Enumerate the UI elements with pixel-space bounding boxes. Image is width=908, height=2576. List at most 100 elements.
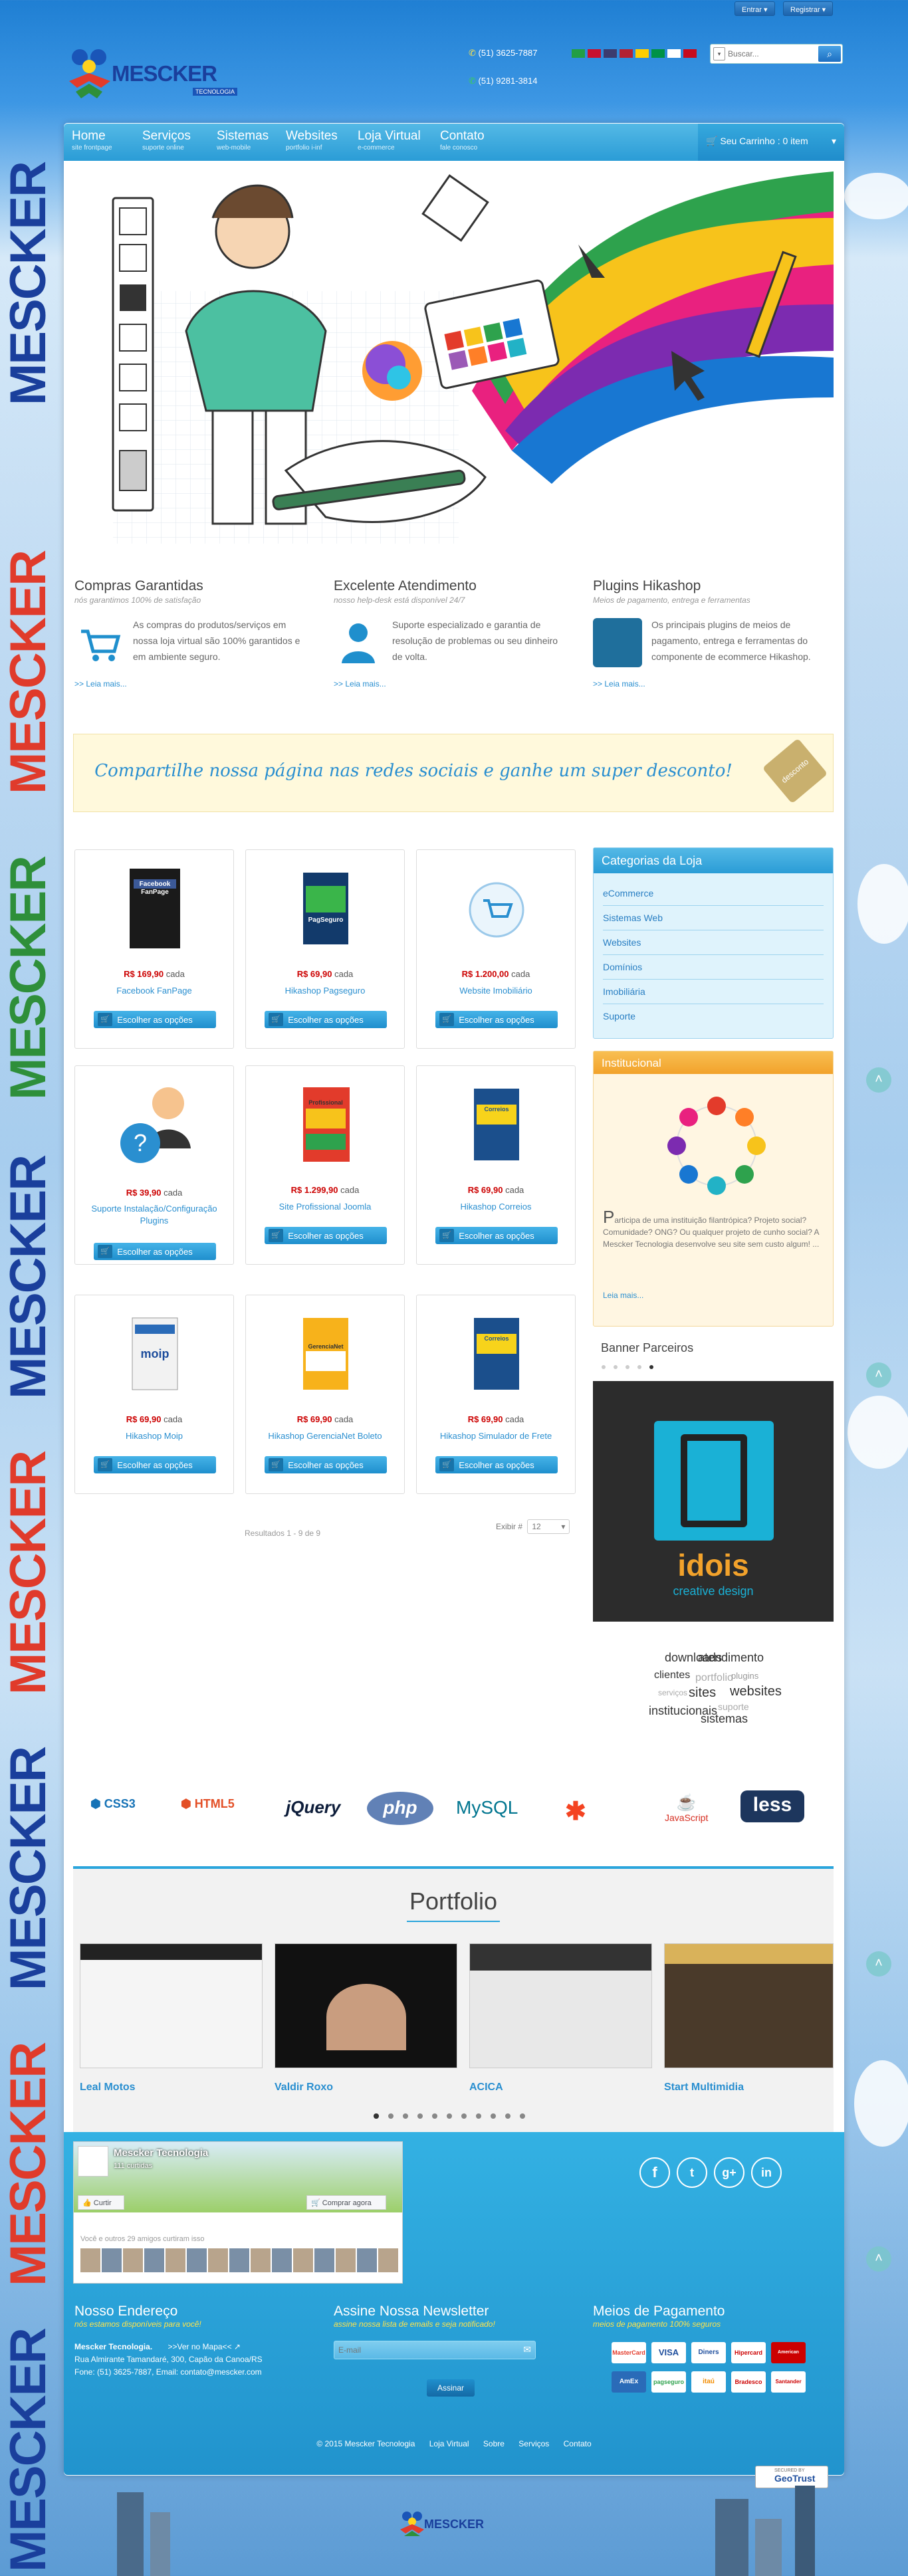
nav-item-contato[interactable]: Contato fale conosco [440, 129, 485, 152]
portfolio-item[interactable]: Valdir Roxo [275, 1943, 457, 2093]
choose-options-button[interactable]: 🛒 Escolher as opções [94, 1456, 216, 1473]
category-item[interactable]: Websites [603, 930, 824, 955]
hero-slider[interactable] [73, 171, 834, 557]
facebook-icon[interactable]: f [639, 2157, 670, 2188]
register-button[interactable]: Registrar ▾ [783, 1, 834, 16]
portfolio-item[interactable]: Leal Motos [80, 1943, 263, 2093]
institucional-read-more[interactable]: Leia mais... [603, 1291, 643, 1300]
feature-text: As compras do produtos/serviços em nossa… [133, 619, 300, 662]
search-dropdown-icon[interactable]: ▾ [713, 47, 725, 60]
product-name[interactable]: Hikashop Moip [79, 1430, 229, 1442]
product-card[interactable]: PagSeguro R$ 69,90 cada Hikashop Pagsegu… [245, 849, 405, 1049]
nav-item-home[interactable]: Home site frontpage [72, 129, 112, 152]
google-plus-icon[interactable]: g+ [714, 2157, 744, 2188]
newsletter-email-input[interactable] [338, 2343, 511, 2357]
flag-icons[interactable] [572, 48, 699, 58]
banner-pager[interactable] [601, 1362, 667, 1369]
twitter-icon[interactable]: t [677, 2157, 707, 2188]
scroll-up-icon[interactable]: ˄ [866, 1951, 891, 1977]
product-name[interactable]: Hikashop Simulador de Frete [421, 1430, 571, 1442]
choose-options-button[interactable]: 🛒 Escolher as opções [94, 1011, 216, 1028]
choose-options-button[interactable]: 🛒 Escolher as opções [435, 1227, 558, 1244]
portfolio-caption[interactable]: Leal Motos [80, 2082, 263, 2093]
newsletter-subscribe-button[interactable]: Assinar [427, 2379, 475, 2397]
choose-options-button[interactable]: 🛒 Escolher as opções [435, 1011, 558, 1028]
tag-cloud-word[interactable]: plugins [731, 1671, 758, 1681]
choose-options-button[interactable]: 🛒 Escolher as opções [265, 1011, 387, 1028]
tag-cloud-word[interactable]: sistemas [701, 1712, 748, 1726]
tag-cloud-word[interactable]: websites [730, 1684, 782, 1699]
tag-cloud-word[interactable]: suporte [718, 1701, 749, 1712]
product-card[interactable]: R$ 1.200,00 cada Website Imobiliário 🛒 Es… [416, 849, 576, 1049]
tag-cloud-word[interactable]: serviços [658, 1688, 687, 1697]
product-name[interactable]: Suporte Instalação/Configuração Plugins [79, 1203, 229, 1227]
category-item[interactable]: Sistemas Web [603, 906, 824, 930]
login-button[interactable]: Entrar ▾ [735, 1, 775, 16]
nav-item-websites[interactable]: Websites portfolio i-inf [286, 129, 338, 152]
cart-summary[interactable]: 🛒 Seu Carrinho : 0 item ▾ [698, 124, 844, 161]
scroll-up-icon[interactable]: ˄ [866, 2246, 891, 2272]
view-map-link[interactable]: >>Ver no Mapa<< [168, 2342, 232, 2351]
search-input[interactable] [728, 47, 816, 61]
product-card[interactable]: Profissional R$ 1.299,90 cada Site Profi… [245, 1065, 405, 1265]
product-card[interactable]: Correios R$ 69,90 cada Hikashop Simulado… [416, 1295, 576, 1494]
portfolio-item[interactable]: Start Multimidia [664, 1943, 834, 2093]
feature-read-more[interactable]: >> Leia mais... [74, 679, 127, 689]
choose-options-button[interactable]: 🛒 Escolher as opções [435, 1456, 558, 1473]
facebook-page-name[interactable]: Mescker Tecnologia [114, 2147, 208, 2159]
portfolio-caption[interactable]: Start Multimidia [664, 2082, 834, 2093]
promo-banner[interactable]: Compartilhe nossa página nas redes socia… [73, 734, 834, 812]
scroll-up-icon[interactable]: ˄ [866, 1067, 891, 1093]
nav-item-sistemas[interactable]: Sistemas web-mobile [217, 129, 269, 152]
portfolio-caption[interactable]: ACICA [469, 2082, 652, 2093]
product-name[interactable]: Website Imobiliário [421, 985, 571, 997]
choose-options-button[interactable]: 🛒 Escolher as opções [265, 1227, 387, 1244]
category-item[interactable]: eCommerce [603, 881, 824, 906]
nav-item-servicos[interactable]: Serviços suporte online [142, 129, 191, 152]
footer-link[interactable]: Sobre [483, 2439, 505, 2448]
facebook-buy-button[interactable]: 🛒 Comprar agora [306, 2195, 386, 2210]
footer-link[interactable]: Loja Virtual [429, 2439, 469, 2448]
scroll-up-icon[interactable]: ˄ [866, 1362, 891, 1388]
portfolio-caption[interactable]: Valdir Roxo [275, 2082, 457, 2093]
category-item[interactable]: Imobiliária [603, 980, 824, 1004]
cart-icon: 🛒 [269, 1458, 283, 1471]
category-item[interactable]: Domínios [603, 955, 824, 980]
partner-banner[interactable]: idois creative design [593, 1381, 834, 1622]
portfolio-pager[interactable] [372, 2112, 538, 2120]
product-card[interactable]: Correios R$ 69,90 cada Hikashop Correios… [416, 1065, 576, 1265]
linkedin-icon[interactable]: in [751, 2157, 782, 2188]
product-card[interactable]: moip R$ 69,90 cada Hikashop Moip 🛒 Escolh… [74, 1295, 234, 1494]
product-card[interactable]: GerenciaNet R$ 69,90 cada Hikashop Geren… [245, 1295, 405, 1494]
nav-item-loja-virtual[interactable]: Loja Virtual e-commerce [358, 129, 421, 152]
tag-cloud-word[interactable]: portfolio [695, 1672, 733, 1684]
tag-cloud-word[interactable]: atendimento [698, 1651, 764, 1665]
search-icon[interactable]: ⌕ [818, 46, 841, 62]
footer-logo[interactable]: MESCKER [399, 2510, 512, 2543]
product-name[interactable]: Hikashop Pagseguro [250, 985, 400, 997]
product-card[interactable]: ? R$ 39,90 cada Suporte Instalação/Confi… [74, 1065, 234, 1265]
category-item[interactable]: Suporte [603, 1004, 824, 1029]
language-flags [572, 48, 699, 58]
footer-address-subtitle: nós estamos disponíveis para você! [74, 2319, 201, 2329]
hero-illustration [112, 171, 834, 544]
footer-link[interactable]: Contato [564, 2439, 592, 2448]
product-image-label: Profissional [308, 1099, 343, 1106]
product-name[interactable]: Facebook FanPage [79, 985, 229, 997]
feature-read-more[interactable]: >> Leia mais... [593, 679, 645, 689]
choose-options-button[interactable]: 🛒 Escolher as opções [94, 1243, 216, 1260]
product-name[interactable]: Site Profissional Joomla [250, 1201, 400, 1213]
footer-link[interactable]: Serviços [518, 2439, 549, 2448]
product-name[interactable]: Hikashop Correios [421, 1201, 571, 1213]
tag-cloud-word[interactable]: clientes [654, 1669, 690, 1681]
items-per-page-select[interactable]: 12 ▾ [527, 1519, 570, 1534]
facebook-like-button[interactable]: 👍 Curtir [78, 2195, 124, 2210]
portfolio-item[interactable]: ACICA [469, 1943, 652, 2093]
tag-cloud-word[interactable]: sites [689, 1685, 716, 1701]
choose-options-button[interactable]: 🛒 Escolher as opções [265, 1456, 387, 1473]
site-logo[interactable]: MESCKER TECNOLOGIA [66, 47, 246, 106]
product-name[interactable]: Hikashop GerenciaNet Boleto [250, 1430, 400, 1442]
product-card[interactable]: Facebook FanPage R$ 169,90 cada Facebook… [74, 849, 234, 1049]
copyright-text: © 2015 Mescker Tecnologia [316, 2439, 415, 2448]
feature-read-more[interactable]: >> Leia mais... [334, 679, 386, 689]
